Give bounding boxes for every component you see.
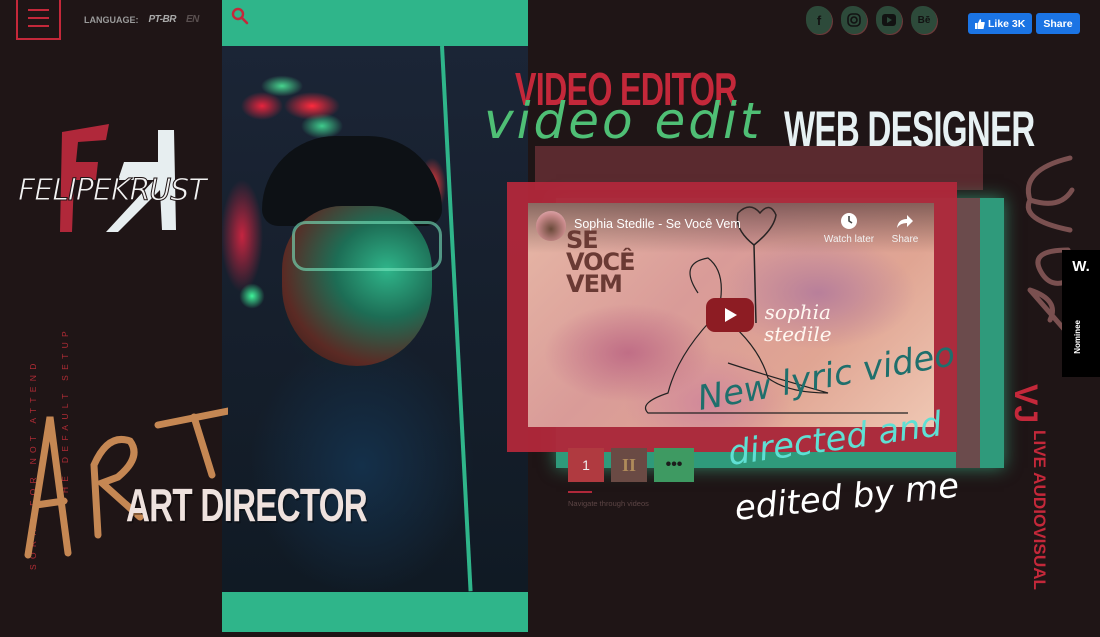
lyric-note-line-2: directed and — [726, 404, 945, 474]
photo-bottom-bar — [222, 592, 528, 632]
photo-neon-line — [440, 46, 473, 592]
video-edit-script: video edit — [484, 92, 762, 150]
yt-share-button[interactable]: Share — [880, 211, 930, 245]
lyric-video-note: New lyric video directed and edited by m… — [695, 340, 961, 529]
video-pager: 1 II ••• — [568, 448, 694, 482]
pager-underline — [568, 491, 592, 493]
cover-script-line: sophia — [764, 300, 831, 324]
clock-icon — [841, 213, 857, 229]
awwwards-nominee-badge[interactable]: W. Nominee — [1062, 250, 1100, 377]
watch-later-button[interactable]: Watch later — [822, 211, 876, 245]
role-web-designer: WEB DESIGNER — [784, 101, 1035, 157]
svg-text:video edit: video edit — [484, 92, 762, 150]
lyric-note-line-3: edited by me — [733, 466, 961, 529]
award-label: Nominee — [1073, 320, 1082, 354]
facebook-share-button[interactable]: Share — [1036, 13, 1080, 34]
channel-avatar[interactable] — [536, 211, 566, 241]
facebook-icon[interactable]: f — [806, 6, 832, 34]
like-label: Like 3K — [988, 17, 1026, 30]
thumbs-up-icon — [975, 18, 985, 29]
role-art-director: ART DIRECTOR — [126, 479, 368, 531]
behance-icon[interactable]: Bē — [911, 6, 937, 34]
facebook-like-button[interactable]: Like 3K — [968, 13, 1033, 34]
pager-more[interactable]: ••• — [654, 448, 694, 482]
pager-hint: Navigate through videos — [568, 499, 649, 508]
pager-item-2[interactable]: II — [611, 448, 647, 482]
cover-title-line: VEM — [566, 270, 623, 298]
youtube-glyph — [882, 14, 896, 26]
cover-artist-script: sophia stedile — [764, 301, 832, 345]
award-logo: W. — [1072, 258, 1090, 275]
language-switcher: LANGUAGE: PT-BR EN — [84, 14, 199, 25]
facebook-widget: Like 3K Share — [968, 13, 1080, 34]
brand-logo[interactable]: FELIPEKRUST — [14, 120, 244, 240]
cover-title: SE VOCÊ VEM — [566, 228, 636, 298]
role-vj: VJ — [1008, 384, 1044, 423]
watch-later-label: Watch later — [823, 234, 875, 245]
search-bar[interactable] — [222, 0, 528, 46]
instagram-icon[interactable] — [841, 6, 867, 34]
play-icon — [725, 308, 737, 322]
hamburger-menu-icon — [28, 9, 49, 11]
page: LANGUAGE: PT-BR EN FELIPEKRUST SORRY FOR… — [0, 0, 1100, 637]
menu-button[interactable] — [16, 0, 61, 40]
pager-item-1[interactable]: 1 — [568, 448, 604, 482]
language-option-pt-br[interactable]: PT-BR — [149, 14, 177, 25]
hamburger-line — [28, 17, 49, 19]
share-arrow-icon — [897, 215, 913, 228]
language-label: LANGUAGE: — [84, 14, 139, 25]
instagram-glyph — [847, 13, 861, 27]
youtube-icon[interactable] — [876, 6, 902, 34]
photo-glasses — [292, 221, 442, 271]
play-button[interactable] — [706, 298, 754, 332]
yt-share-label: Share — [891, 234, 919, 245]
behance-glyph: Bē — [917, 14, 931, 26]
facebook-glyph: f — [816, 12, 822, 28]
social-links: f Bē — [806, 6, 937, 34]
role-vj-live-audiovisual: VJ LIVE AUDIOVISUAL — [1008, 384, 1049, 590]
search-icon[interactable] — [230, 6, 250, 26]
hamburger-line — [28, 25, 49, 27]
language-option-en[interactable]: EN — [186, 14, 199, 25]
role-live-audiovisual: LIVE AUDIOVISUAL — [1030, 430, 1049, 590]
logo-text: FELIPEKRUST — [18, 173, 209, 208]
